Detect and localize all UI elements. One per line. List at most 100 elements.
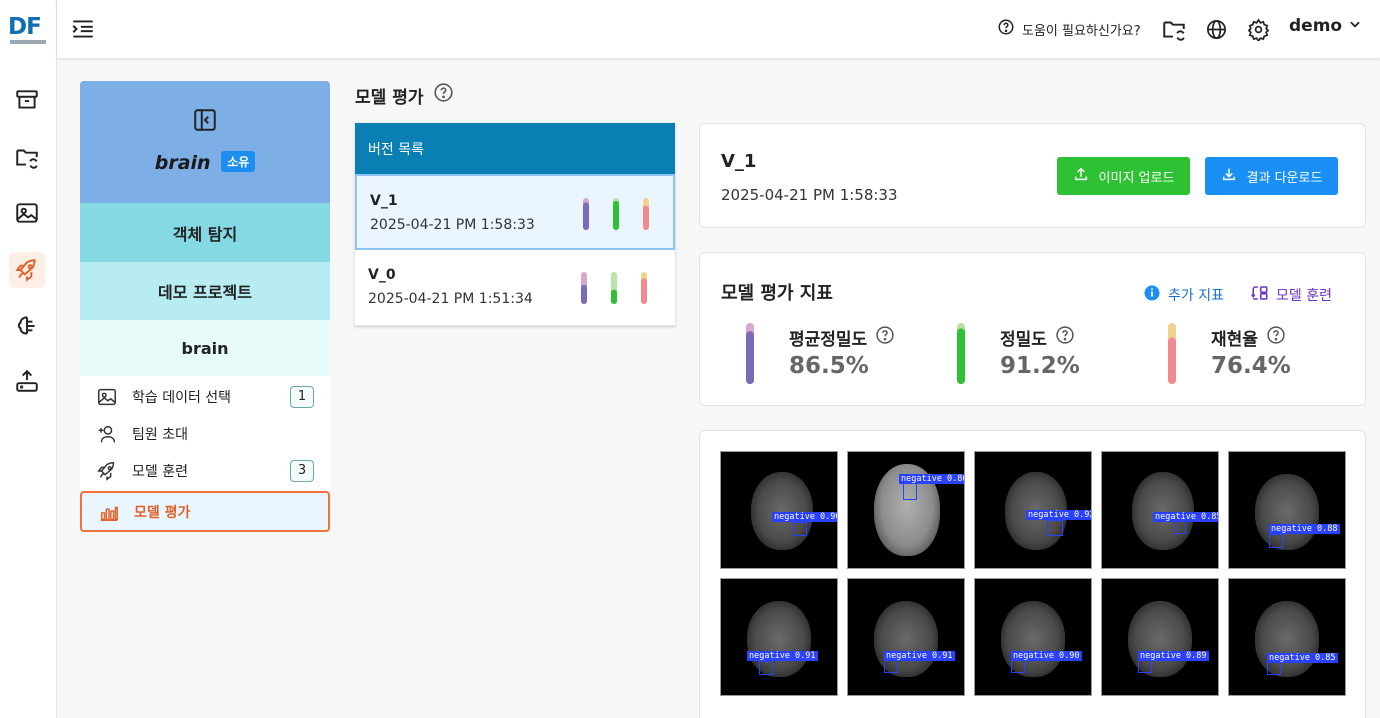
version-metric-bars bbox=[581, 272, 647, 304]
version-list-header: 버전 목록 bbox=[355, 123, 675, 174]
owner-badge: 소유 bbox=[221, 151, 256, 172]
menu-item-invite[interactable]: 팀원 초대 bbox=[80, 415, 330, 452]
upload-icon bbox=[1073, 166, 1089, 186]
bounding-box bbox=[1174, 520, 1186, 534]
project-header: brain 소유 bbox=[80, 81, 330, 203]
user-name: demo bbox=[1289, 16, 1343, 36]
add-user-icon bbox=[96, 423, 118, 445]
dataset-name-row: brain bbox=[80, 320, 330, 376]
metric-label: 평균정밀도 bbox=[789, 325, 895, 350]
metric-bar-fill bbox=[746, 331, 754, 384]
upload-image-button[interactable]: 이미지 업로드 bbox=[1057, 157, 1190, 195]
version-item[interactable]: V_1 2025-04-21 PM 1:58:33 bbox=[355, 174, 675, 250]
model-train-link[interactable]: 모델 훈련 bbox=[1251, 284, 1332, 306]
gear-icon[interactable] bbox=[1244, 15, 1272, 43]
prediction-label: negative 0.90 bbox=[1011, 651, 1082, 661]
logo-letter-f: F bbox=[26, 14, 42, 40]
prediction-grid-card: negative 0.90 negative 0.86 negative 0.9… bbox=[699, 430, 1366, 718]
prediction-image[interactable]: negative 0.90 bbox=[974, 578, 1092, 696]
metric-label: 재현율 bbox=[1211, 325, 1286, 350]
version-item[interactable]: V_0 2025-04-21 PM 1:51:34 bbox=[355, 250, 675, 326]
metric-bar-fill bbox=[1168, 337, 1176, 384]
collapse-panel-icon[interactable] bbox=[192, 107, 218, 137]
archive-icon[interactable] bbox=[9, 82, 45, 118]
bounding-box bbox=[884, 659, 898, 673]
menu-item-label: 모델 평가 bbox=[134, 504, 191, 521]
prediction-label: negative 0.91 bbox=[747, 651, 818, 661]
version-bar-fill bbox=[643, 205, 649, 230]
upload-device-icon[interactable] bbox=[9, 363, 45, 399]
train-switch-icon bbox=[1251, 284, 1269, 306]
page-title-text: 모델 평가 bbox=[355, 87, 424, 108]
project-menu: 학습 데이터 선택 1 팀원 초대 모델 훈련 3 모델 평가 bbox=[80, 376, 330, 532]
count-badge: 3 bbox=[290, 459, 314, 482]
logo-bar bbox=[10, 40, 46, 44]
help-icon[interactable] bbox=[1055, 325, 1075, 350]
version-bar-fill bbox=[583, 202, 589, 230]
metric-label-text: 재현율 bbox=[1211, 330, 1258, 350]
version-bar-fill bbox=[611, 289, 617, 304]
prediction-image[interactable]: negative 0.89 bbox=[1101, 578, 1219, 696]
download-label: 결과 다운로드 bbox=[1246, 170, 1323, 186]
help-icon[interactable] bbox=[433, 82, 454, 108]
prediction-image[interactable]: negative 0.85 bbox=[1101, 451, 1219, 569]
chevron-down-icon bbox=[1348, 16, 1362, 36]
prediction-image[interactable]: negative 0.90 bbox=[720, 451, 838, 569]
version-bar-fill bbox=[613, 200, 619, 230]
help-icon[interactable] bbox=[875, 325, 895, 350]
brain-icon[interactable] bbox=[9, 308, 45, 344]
folder-sync-icon[interactable] bbox=[1160, 15, 1188, 43]
rocket-icon[interactable] bbox=[9, 252, 45, 288]
menu-item-train[interactable]: 모델 훈련 3 bbox=[80, 452, 330, 489]
folder-sync-icon[interactable] bbox=[9, 139, 45, 175]
app-logo[interactable]: DF bbox=[8, 14, 46, 44]
download-results-button[interactable]: 결과 다운로드 bbox=[1205, 157, 1338, 195]
images-icon[interactable] bbox=[9, 195, 45, 231]
prediction-label: negative 0.86 bbox=[899, 474, 964, 484]
metric-bar bbox=[746, 323, 754, 384]
help-link[interactable]: 도움이 필요하신가요? bbox=[997, 18, 1141, 40]
brain-scan bbox=[751, 472, 813, 550]
prediction-image[interactable]: negative 0.88 bbox=[1228, 451, 1346, 569]
count-badge: 1 bbox=[290, 385, 314, 408]
metric-label: 정밀도 bbox=[1000, 325, 1075, 350]
prediction-image[interactable]: negative 0.86 bbox=[847, 451, 965, 569]
prediction-label: negative 0.92 bbox=[1026, 510, 1091, 520]
version-metric-bars bbox=[583, 198, 649, 230]
brain-scan bbox=[1255, 601, 1319, 677]
menu-item-evaluate[interactable]: 모델 평가 bbox=[80, 491, 330, 532]
bounding-box bbox=[1011, 659, 1025, 673]
bounding-box bbox=[1138, 659, 1152, 673]
download-icon bbox=[1221, 166, 1237, 186]
prediction-thumbnails: negative 0.90 negative 0.86 negative 0.9… bbox=[720, 451, 1346, 696]
extra-metrics-link[interactable]: 추가 지표 bbox=[1143, 284, 1224, 306]
info-icon bbox=[1143, 284, 1161, 306]
prediction-label: negative 0.90 bbox=[772, 512, 837, 522]
bounding-box bbox=[759, 661, 773, 675]
project-name: brain bbox=[154, 152, 211, 174]
prediction-image[interactable]: negative 0.91 bbox=[720, 578, 838, 696]
extra-metrics-label: 추가 지표 bbox=[1168, 288, 1224, 304]
metric-value: 91.2% bbox=[1000, 353, 1080, 379]
prediction-image[interactable]: negative 0.85 bbox=[1228, 578, 1346, 696]
metrics-title: 모델 평가 지표 bbox=[721, 283, 833, 304]
globe-icon[interactable] bbox=[1202, 15, 1230, 43]
version-date: 2025-04-21 PM 1:51:34 bbox=[368, 291, 533, 307]
help-icon[interactable] bbox=[1266, 325, 1286, 350]
prediction-label: negative 0.85 bbox=[1267, 653, 1338, 663]
version-list: 버전 목록 V_1 2025-04-21 PM 1:58:33 V_0 2025… bbox=[355, 123, 675, 326]
brain-scan bbox=[747, 601, 811, 677]
prediction-image[interactable]: negative 0.92 bbox=[974, 451, 1092, 569]
menu-item-select-data[interactable]: 학습 데이터 선택 1 bbox=[80, 378, 330, 415]
metric-bar bbox=[1168, 323, 1176, 384]
menu-toggle-icon[interactable] bbox=[70, 16, 96, 42]
selected-version-date: 2025-04-21 PM 1:58:33 bbox=[721, 186, 898, 204]
user-menu[interactable]: demo bbox=[1289, 16, 1362, 36]
images-icon bbox=[96, 386, 118, 408]
metrics-card: 모델 평가 지표 추가 지표 모델 훈련 평균정밀도 86.5% 정밀도 91.… bbox=[699, 252, 1366, 406]
prediction-image[interactable]: negative 0.91 bbox=[847, 578, 965, 696]
rocket-icon bbox=[96, 460, 118, 482]
model-train-label: 모델 훈련 bbox=[1276, 288, 1332, 304]
project-name-row[interactable]: 데모 프로젝트 bbox=[80, 262, 330, 320]
bounding-box bbox=[1047, 520, 1063, 536]
